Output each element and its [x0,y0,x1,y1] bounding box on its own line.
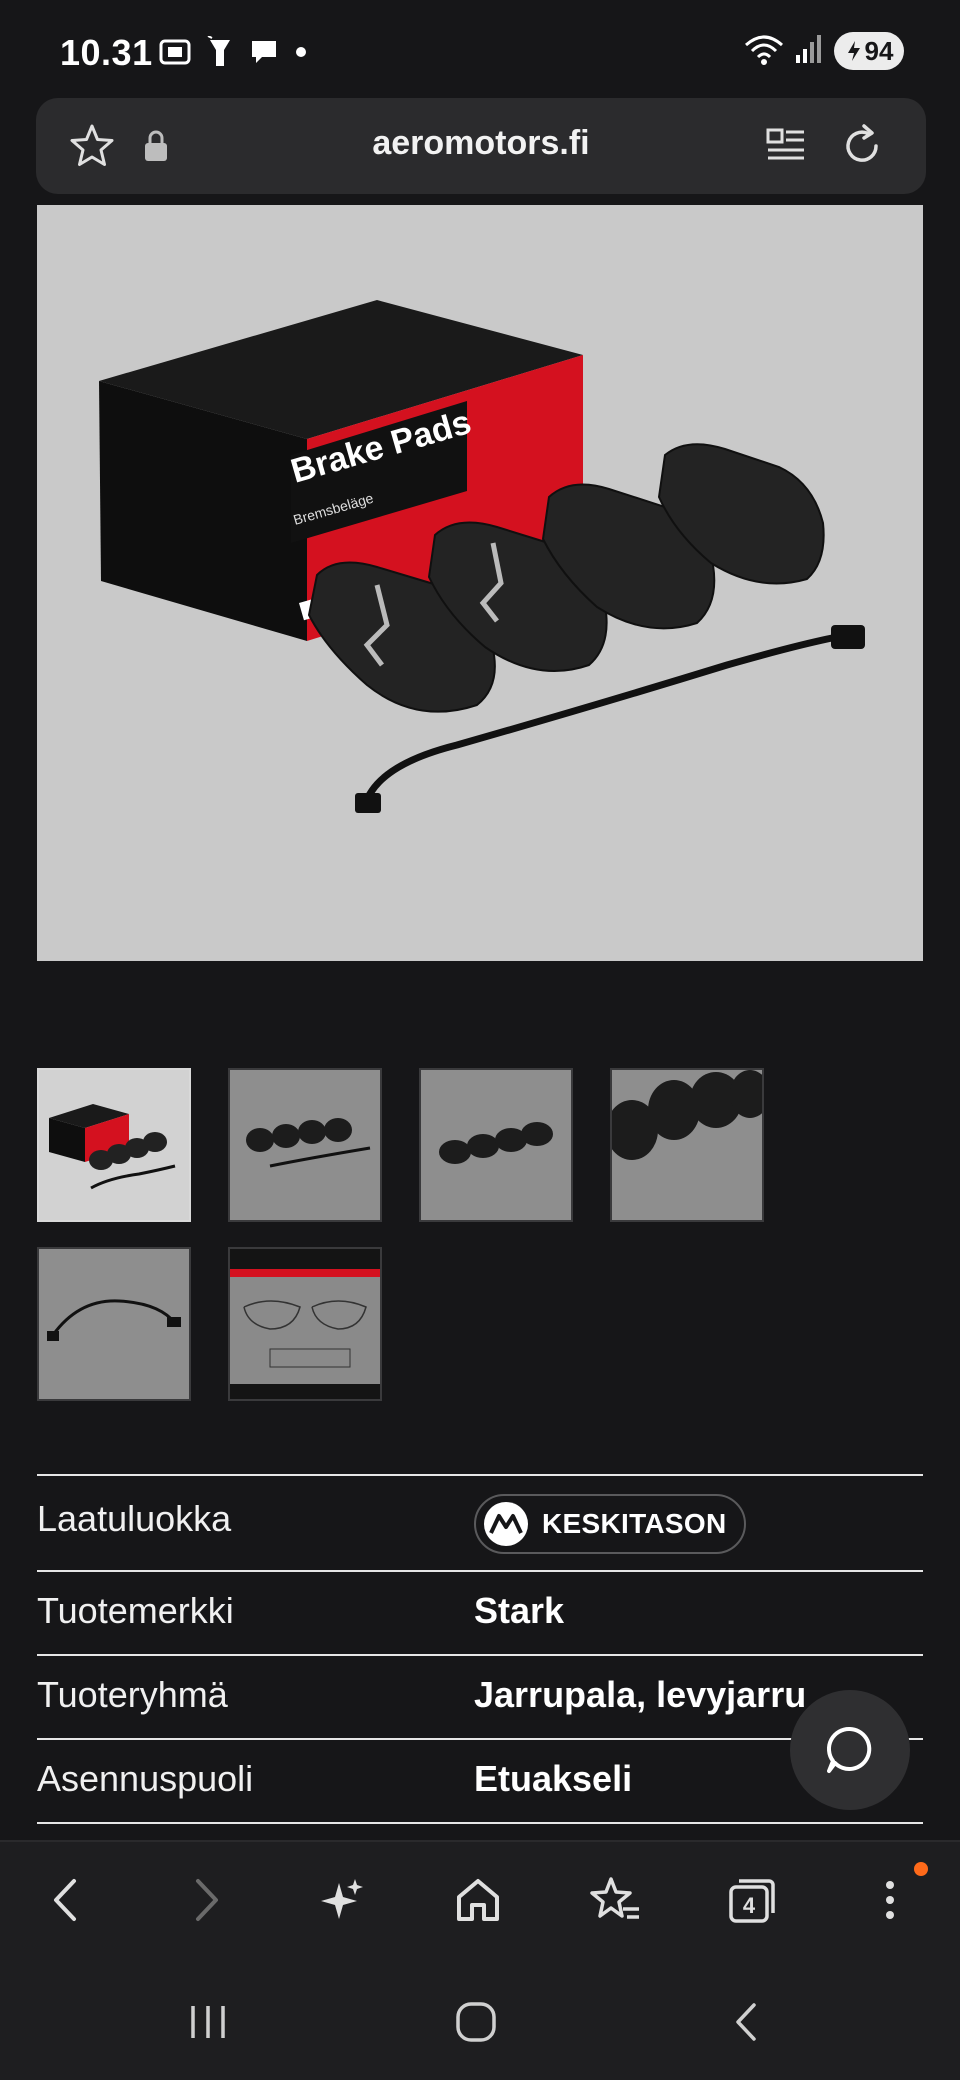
thumbnail-4[interactable] [610,1068,764,1222]
home-icon[interactable] [446,1868,510,1932]
spec-row-group: Tuoteryhmä Jarrupala, levyjarru [37,1654,923,1738]
spec-row-brand: Tuotemerkki Stark [37,1570,923,1654]
spec-row-quality: Laatuluokka KESKITASON [37,1474,923,1570]
quality-value: KESKITASON [542,1508,727,1539]
battery-icon: 94 [834,32,904,70]
recent-apps-icon[interactable] [178,1992,238,2052]
tabs-count: 4 [743,1893,756,1918]
product-image[interactable]: Brake Pads Bremsbeläge [37,205,923,961]
back-icon[interactable] [34,1868,98,1932]
back-nav-icon[interactable] [716,1992,776,2052]
browser-address-bar[interactable]: aeromotors.fi [36,98,926,194]
battery-level: 94 [864,35,894,66]
more-icon[interactable] [858,1868,922,1932]
screenshot-icon [158,37,192,72]
browser-toolbar: 4 [0,1840,960,1960]
chat-bubble-icon [248,37,280,72]
quality-badge: KESKITASON [474,1494,746,1554]
quality-logo-icon [484,1502,528,1546]
thumbnail-3[interactable] [419,1068,573,1222]
spec-label-brand: Tuotemerkki [37,1590,234,1631]
status-icons-right: 94 [744,32,904,70]
brake-pads-illustration: Brake Pads Bremsbeläge [99,300,865,813]
bookmarks-icon[interactable] [584,1868,648,1932]
spec-value-brand[interactable]: Stark [474,1590,564,1632]
spec-label-side: Asennuspuoli [37,1758,254,1799]
wifi-icon [744,33,784,70]
ai-sparkle-icon[interactable] [310,1868,374,1932]
thumbnail-2[interactable] [228,1068,382,1222]
notification-dot [914,1862,928,1876]
reload-icon[interactable] [838,122,886,170]
page: 10.31 94 aeromotors.fi Brake Pads Bremsb… [0,0,960,2080]
forward-icon[interactable] [174,1868,238,1932]
thumbnail-5[interactable] [37,1247,191,1401]
tabs-icon[interactable]: 4 [720,1868,784,1932]
chat-icon [827,1726,872,1773]
system-nav-bar [0,1960,960,2080]
status-bar: 10.31 94 [0,0,960,96]
dot-icon [294,45,308,64]
reader-mode-icon[interactable] [762,122,810,170]
spec-label-quality: Laatuluokka [37,1498,232,1539]
flashlight-icon [206,35,234,73]
home-nav-icon[interactable] [446,1992,506,2052]
spec-label-group: Tuoteryhmä [37,1674,228,1715]
signal-icon [794,33,824,70]
spec-value-group: Jarrupala, levyjarru [474,1674,807,1715]
thumbnail-1[interactable] [37,1068,191,1222]
status-icons-left [158,35,308,73]
status-time: 10.31 [60,32,153,73]
chat-button[interactable] [790,1690,910,1810]
spec-value-side: Etuakseli [474,1758,633,1799]
thumbnail-6[interactable] [228,1247,382,1401]
